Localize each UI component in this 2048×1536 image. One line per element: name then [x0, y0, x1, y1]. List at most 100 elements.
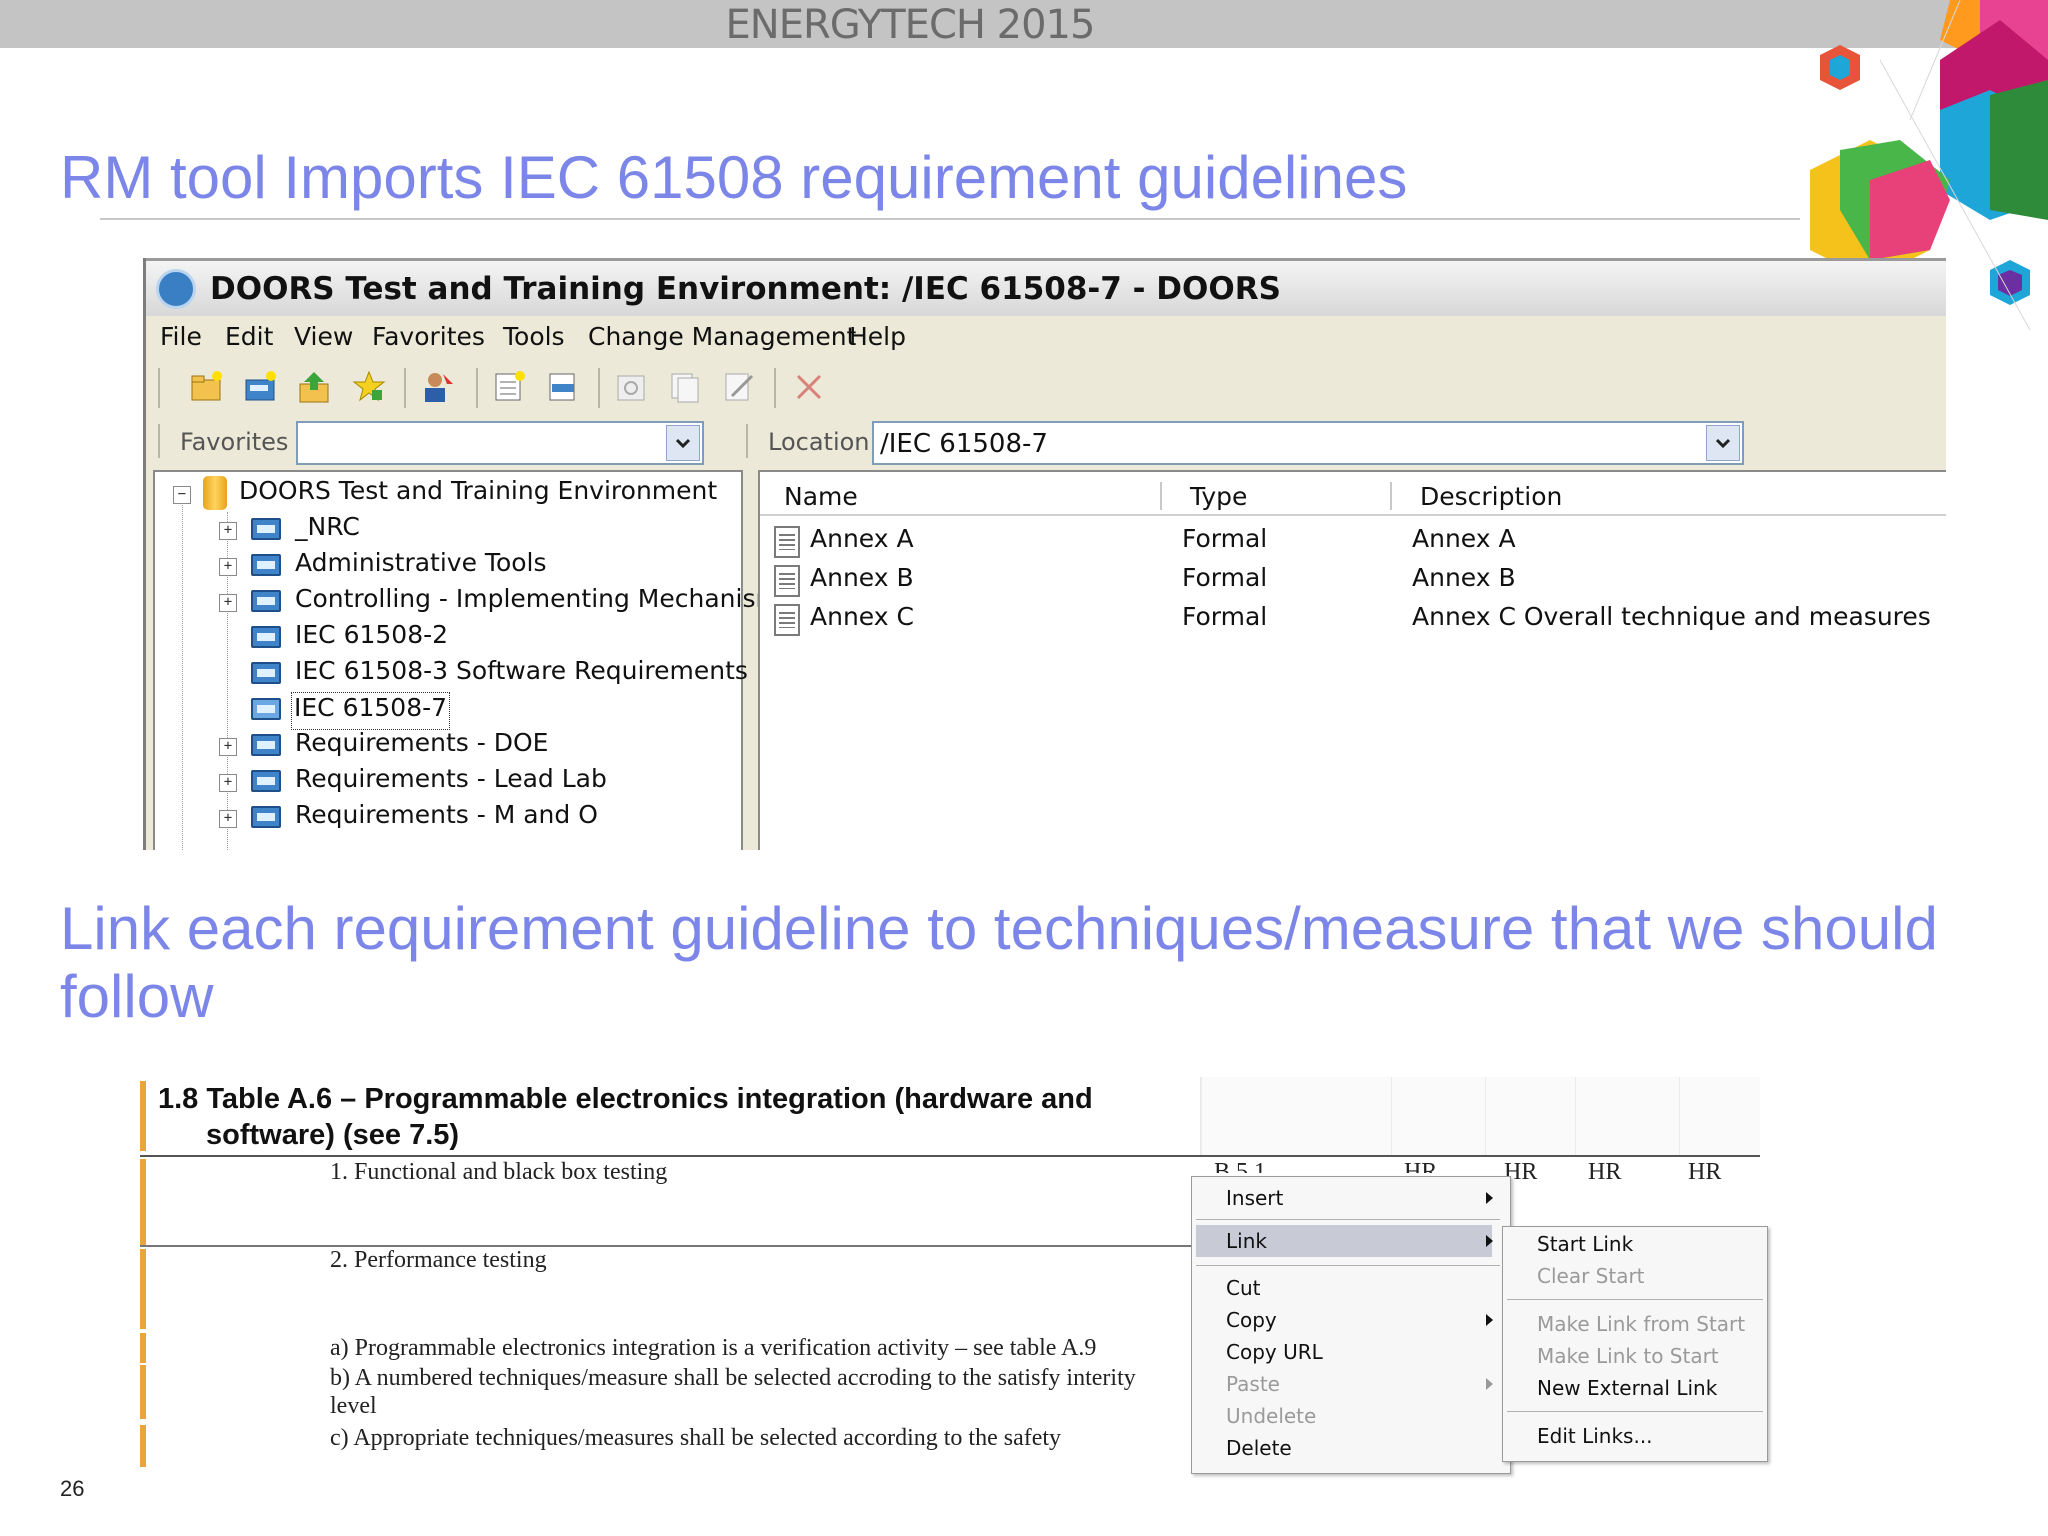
- table-grid-header: [1200, 1077, 1760, 1157]
- collapse-icon[interactable]: −: [173, 486, 191, 504]
- table-rule: [140, 1155, 1760, 1157]
- menu-item-clear-start[interactable]: Clear Start: [1537, 1261, 1645, 1291]
- menu-tools[interactable]: Tools: [503, 322, 565, 351]
- properties-icon[interactable]: [614, 370, 648, 404]
- tree-item-requirements-lead-lab[interactable]: Requirements - Lead Lab: [295, 764, 607, 800]
- tree-item-iec-61508-3[interactable]: IEC 61508-3 Software Requirements: [295, 656, 748, 692]
- expand-icon[interactable]: +: [219, 774, 237, 792]
- menu-item-copy[interactable]: Copy: [1226, 1305, 1277, 1335]
- menu-view[interactable]: View: [294, 322, 353, 351]
- menu-item-new-external-link[interactable]: New External Link: [1537, 1373, 1717, 1403]
- menu-favorites[interactable]: Favorites: [372, 322, 485, 351]
- tree-item-iec-61508-7-selected[interactable]: IEC 61508-7: [291, 692, 451, 730]
- list-cell-description: Annex A: [1412, 524, 1516, 553]
- location-dropdown[interactable]: /IEC 61508-7: [872, 421, 1744, 465]
- chevron-down-icon[interactable]: [1706, 425, 1740, 461]
- database-icon: [203, 476, 227, 510]
- new-folder-icon[interactable]: [190, 370, 224, 404]
- menu-item-cut[interactable]: Cut: [1226, 1273, 1260, 1303]
- list-cell-name[interactable]: Annex C: [810, 602, 914, 631]
- copy-icon[interactable]: [668, 370, 702, 404]
- tree-item-label: Controlling - Implementing Mechanisms: [295, 584, 793, 613]
- doc-row[interactable]: b) A numbered techniques/measure shall b…: [330, 1365, 1136, 1392]
- doc-row[interactable]: 2. Performance testing: [330, 1247, 547, 1274]
- new-project-icon[interactable]: [244, 370, 278, 404]
- tree-root[interactable]: DOORS Test and Training Environment: [239, 476, 717, 512]
- toolbar-grip: [158, 368, 160, 408]
- menu-separator: [1507, 1299, 1763, 1300]
- tree-item-requirements-m-and-o[interactable]: Requirements - M and O: [295, 800, 598, 836]
- row-marker: [140, 1425, 146, 1467]
- menu-change-management[interactable]: Change Management: [588, 322, 856, 351]
- favorites-label: Favorites: [180, 428, 289, 456]
- menu-item-make-link-from-start[interactable]: Make Link from Start: [1537, 1309, 1745, 1339]
- grid-line: [1485, 1077, 1486, 1157]
- folder-icon: [251, 626, 281, 648]
- menu-item-undelete[interactable]: Undelete: [1226, 1401, 1316, 1431]
- chevron-down-icon[interactable]: [666, 425, 700, 461]
- toolbar-separator: [404, 368, 406, 408]
- column-header-type[interactable]: Type: [1190, 482, 1247, 511]
- submenu-arrow-icon: [1486, 1378, 1493, 1390]
- menu-help[interactable]: Help: [849, 322, 906, 351]
- doc-row[interactable]: 1. Functional and black box testing: [330, 1159, 667, 1186]
- expand-icon[interactable]: +: [219, 594, 237, 612]
- menu-item-link[interactable]: Link: [1226, 1226, 1267, 1256]
- column-divider[interactable]: [1160, 482, 1162, 510]
- table-heading-line: 1.8 Table A.6 – Programmable electronics…: [158, 1083, 1093, 1115]
- table-heading: 1.8 Table A.6 – Programmable electronics…: [158, 1081, 1093, 1153]
- section-marker: [140, 1081, 146, 1151]
- tree-item-requirements-doe[interactable]: Requirements - DOE: [295, 728, 548, 764]
- expand-icon[interactable]: +: [219, 738, 237, 756]
- favorites-dropdown[interactable]: [296, 421, 704, 465]
- new-module-icon[interactable]: [492, 370, 526, 404]
- toolbar: [146, 360, 1946, 416]
- submenu-arrow-icon: [1486, 1192, 1493, 1204]
- tree-item-iec-61508-2[interactable]: IEC 61508-2: [295, 620, 448, 656]
- column-header-name[interactable]: Name: [784, 482, 858, 511]
- doc-row[interactable]: c) Appropriate techniques/measures shall…: [330, 1425, 1061, 1452]
- menu-item-start-link[interactable]: Start Link: [1537, 1229, 1633, 1259]
- expand-icon[interactable]: +: [219, 522, 237, 540]
- menu-item-delete[interactable]: Delete: [1226, 1433, 1292, 1463]
- expand-icon[interactable]: +: [219, 558, 237, 576]
- list-cell-name[interactable]: Annex B: [810, 563, 914, 592]
- list-cell-name[interactable]: Annex A: [810, 524, 914, 553]
- menu-item-copy-url[interactable]: Copy URL: [1226, 1337, 1323, 1367]
- grid-line: [1201, 1077, 1202, 1157]
- row-rule: [140, 1245, 1192, 1247]
- expand-icon[interactable]: +: [219, 810, 237, 828]
- window-titlebar: DOORS Test and Training Environment: /IE…: [146, 258, 1946, 319]
- menu-file[interactable]: File: [160, 322, 202, 351]
- project-tree[interactable]: − DOORS Test and Training Environment + …: [153, 470, 793, 850]
- menu-item-edit-links[interactable]: Edit Links...: [1537, 1421, 1653, 1451]
- tree-item-nrc[interactable]: _NRC: [295, 512, 360, 548]
- tree-item-label: Administrative Tools: [295, 548, 547, 577]
- tree-root-label: DOORS Test and Training Environment: [239, 476, 718, 505]
- menu-item-make-link-to-start[interactable]: Make Link to Start: [1537, 1341, 1719, 1371]
- location-label: Location: [768, 428, 870, 456]
- import-icon[interactable]: [298, 370, 332, 404]
- toolbar-grip: [158, 424, 160, 458]
- formal-module-icon: [774, 565, 800, 597]
- ref-cell: B.5.1: [1214, 1159, 1267, 1173]
- column-divider[interactable]: [1390, 482, 1392, 510]
- slide-heading-2: Link each requirement guideline to techn…: [60, 895, 1938, 1030]
- doc-row[interactable]: a) Programmable electronics integration …: [330, 1335, 1096, 1362]
- module-list[interactable]: Name Type Description Annex A Formal Ann…: [758, 470, 1946, 850]
- list-header: [760, 472, 1946, 516]
- user-icon[interactable]: [421, 370, 455, 404]
- formal-module-icon: [774, 604, 800, 636]
- add-favorite-icon[interactable]: [352, 370, 386, 404]
- menu-item-insert[interactable]: Insert: [1226, 1183, 1283, 1213]
- delete-icon[interactable]: [792, 370, 826, 404]
- menu-edit[interactable]: Edit: [225, 322, 273, 351]
- rating-cell: HR: [1688, 1159, 1722, 1185]
- tree-item-controlling-implementing[interactable]: Controlling - Implementing Mechanisms: [295, 584, 793, 620]
- menu-item-paste[interactable]: Paste: [1226, 1369, 1280, 1399]
- tree-item-administrative-tools[interactable]: Administrative Tools: [295, 548, 547, 584]
- link-module-icon[interactable]: [546, 370, 580, 404]
- toolbar-separator: [774, 368, 776, 408]
- column-header-description[interactable]: Description: [1420, 482, 1562, 511]
- edit-icon[interactable]: [722, 370, 756, 404]
